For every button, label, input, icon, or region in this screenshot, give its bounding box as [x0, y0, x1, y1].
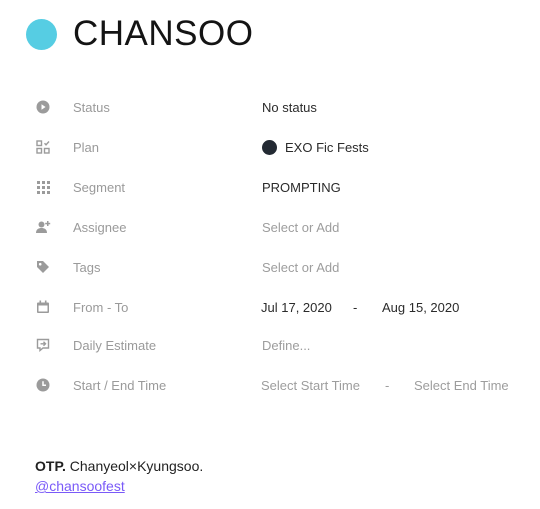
property-assignee[interactable]: Assignee Select or Add — [0, 215, 540, 239]
assignee-icon — [35, 219, 51, 235]
tags-input[interactable]: Select or Add — [262, 260, 339, 275]
plan-label: Plan — [73, 139, 100, 155]
chansoofest-link[interactable]: @chansoofest — [35, 478, 125, 494]
status-label: Status — [73, 99, 110, 115]
property-tags[interactable]: Tags Select or Add — [0, 255, 540, 279]
segment-label: Segment — [73, 179, 126, 195]
otp-label: OTP. — [35, 458, 66, 474]
property-daily-estimate[interactable]: Daily Estimate Define... — [0, 333, 540, 357]
date-to[interactable]: Aug 15, 2020 — [382, 300, 459, 315]
otp-line: OTP. Chanyeol×Kyungsoo. — [35, 456, 203, 476]
property-status[interactable]: Status No status — [0, 95, 540, 119]
color-dot[interactable] — [26, 18, 57, 50]
status-value[interactable]: No status — [262, 100, 317, 115]
property-plan[interactable]: Plan EXO Fic Fests — [0, 135, 540, 159]
description: OTP. Chanyeol×Kyungsoo. @chansoofest — [35, 456, 203, 496]
segment-value[interactable]: PROMPTING — [262, 180, 341, 195]
daily-estimate-label: Daily Estimate — [73, 337, 157, 353]
plan-name: EXO Fic Fests — [285, 139, 369, 155]
date-range-label: From - To — [73, 299, 129, 315]
calendar-icon — [35, 299, 51, 315]
property-segment[interactable]: Segment PROMPTING — [0, 175, 540, 199]
estimate-icon — [35, 337, 51, 353]
property-date-range: From - To Jul 17, 2020 - Aug 15, 2020 — [0, 295, 540, 319]
assignee-label: Assignee — [73, 219, 127, 235]
plan-value[interactable]: EXO Fic Fests — [262, 139, 369, 155]
time-label: Start / End Time — [73, 377, 167, 393]
segment-grid-icon — [35, 179, 51, 195]
property-time: Start / End Time Select Start Time - Sel… — [0, 373, 540, 397]
otp-text: Chanyeol×Kyungsoo. — [69, 458, 204, 474]
tag-icon — [35, 259, 51, 275]
date-from[interactable]: Jul 17, 2020 — [261, 300, 332, 315]
date-separator: - — [353, 299, 358, 315]
start-time-input[interactable]: Select Start Time — [261, 378, 360, 393]
page-header: CHANSOO — [26, 14, 253, 54]
time-separator: - — [385, 377, 390, 393]
tags-label: Tags — [73, 259, 101, 275]
end-time-input[interactable]: Select End Time — [414, 378, 509, 393]
assignee-input[interactable]: Select or Add — [262, 220, 339, 235]
page-title[interactable]: CHANSOO — [73, 14, 253, 54]
plan-icon — [35, 139, 51, 155]
daily-estimate-input[interactable]: Define... — [262, 338, 310, 353]
plan-color-dot — [262, 139, 277, 155]
status-icon — [35, 99, 51, 115]
clock-icon — [35, 377, 51, 393]
